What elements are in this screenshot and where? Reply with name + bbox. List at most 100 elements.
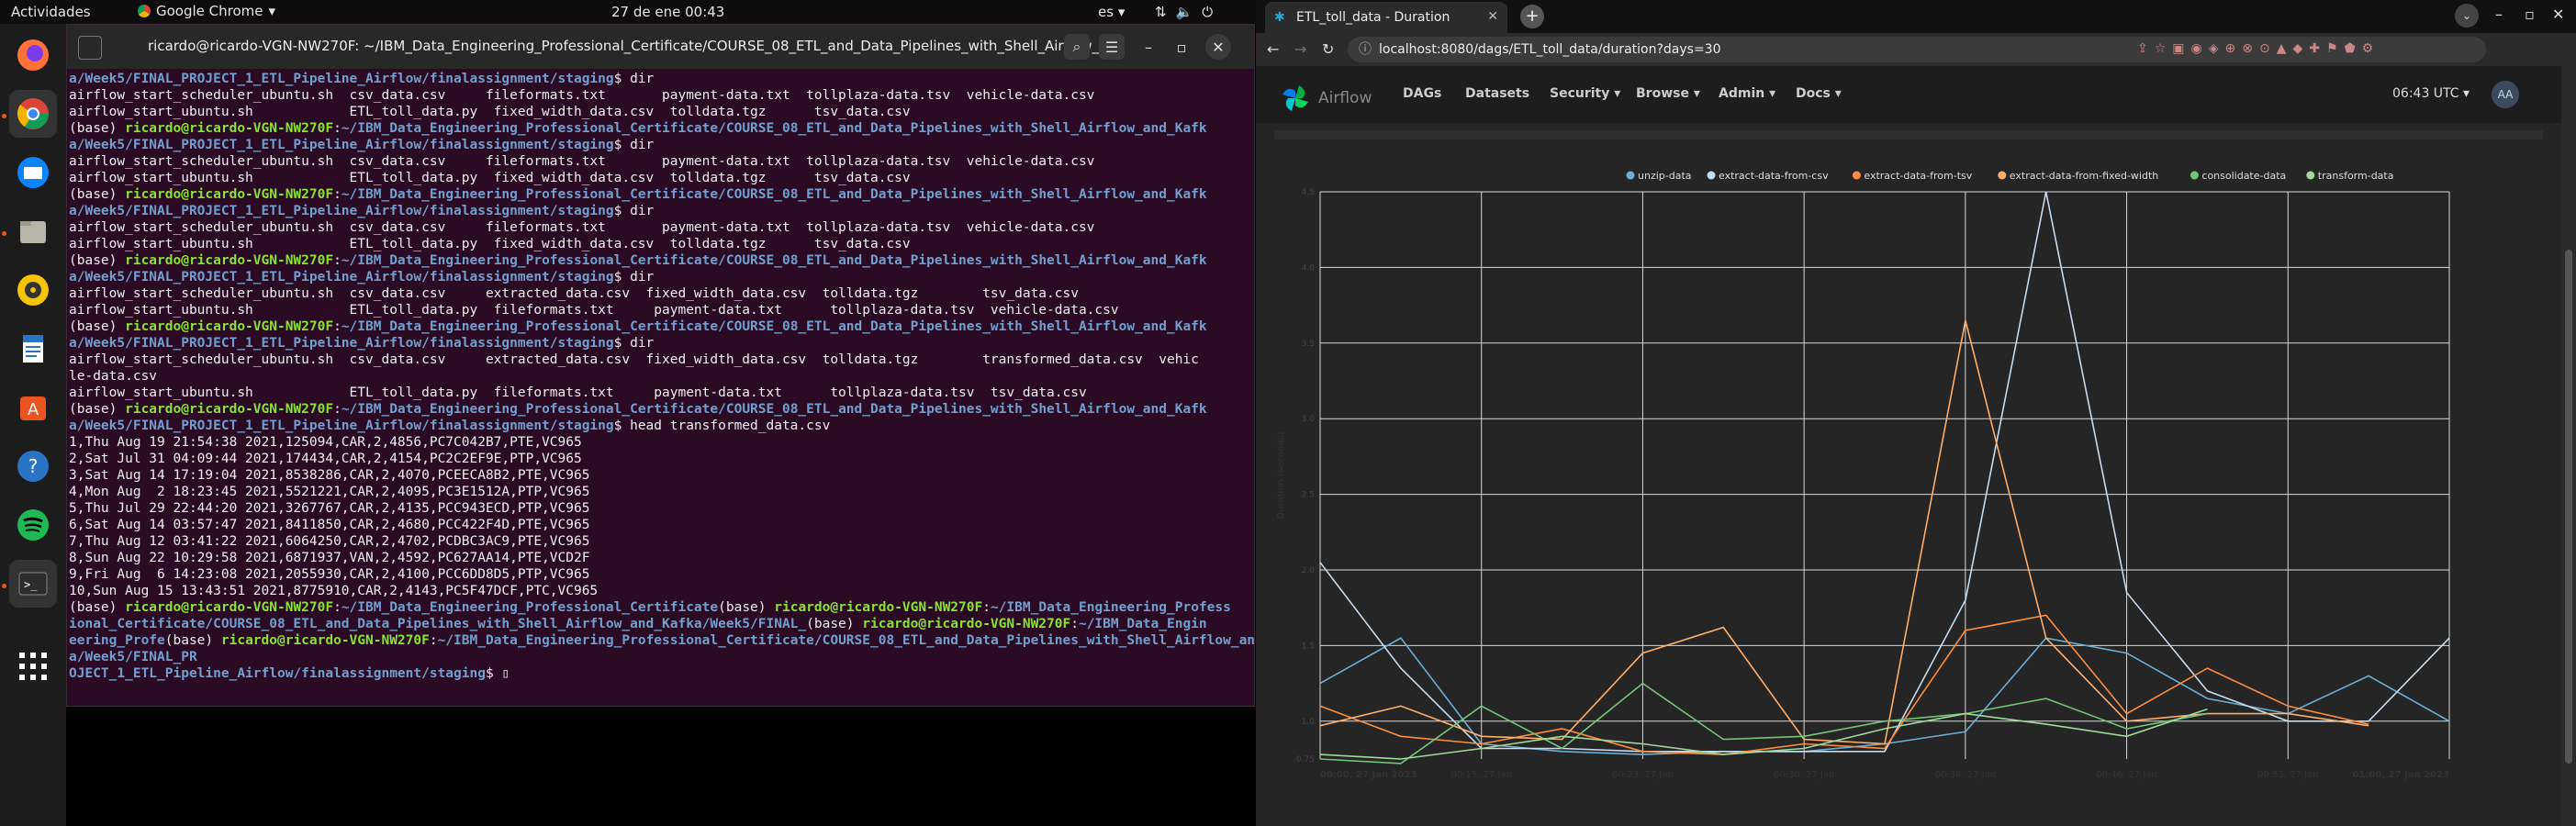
utc-clock[interactable]: 06:43 UTC ▾: [2392, 86, 2470, 101]
tab-etl-toll-data[interactable]: ✱ ETL_toll_data - Duration ✕: [1265, 2, 1507, 33]
y-tick-label: 1.5: [1302, 642, 1315, 651]
activities-button[interactable]: Actividades: [11, 4, 91, 20]
volume-icon: 🔈: [1175, 4, 1203, 20]
prompt-user: ricardo@ricardo-VGN-NW270F: [125, 402, 334, 417]
gnome-top-bar: Actividades Google Chrome ▾ 27 de ene 00…: [0, 0, 1256, 24]
reload-icon[interactable]: ↻: [1322, 40, 1334, 58]
new-tab-button[interactable]: +: [1520, 5, 1544, 28]
browser-toolbar: ← → ↻ ⓘ localhost:8080/dags/ETL_toll_dat…: [1256, 33, 2576, 66]
x-tick-label: 01:00, 27 Jan 2023: [2353, 770, 2449, 780]
terminal-line: a/Week5/FINAL_PROJECT_1_ETL_Pipeline_Air…: [69, 203, 1254, 219]
nav-admin[interactable]: Admin ▾: [1719, 86, 1775, 101]
terminal-text: le-data.csv: [69, 369, 158, 384]
terminal-text: (base): [69, 187, 126, 202]
terminal-line: airflow_start_ubuntu.sh ETL_toll_data.py…: [69, 236, 1254, 252]
prompt-path: ~/IBM_Data_Engineering_Professional_Cert…: [341, 600, 719, 615]
svg-text:?: ?: [28, 455, 39, 477]
libreoffice-writer-icon[interactable]: [9, 325, 57, 373]
clock[interactable]: 27 de ene 00:43: [611, 4, 724, 20]
close-icon[interactable]: ✕: [1205, 34, 1231, 60]
terminal-line: 5,Thu Jul 29 22:44:20 2021,3267767,CAR,2…: [69, 500, 1254, 517]
terminal-line: a/Week5/FINAL_PR: [69, 649, 1254, 665]
terminal-text: airflow_start_ubuntu.sh ETL_toll_data.py…: [69, 303, 1119, 318]
nav-dags[interactable]: DAGs: [1403, 86, 1441, 101]
nav-security[interactable]: Security ▾: [1550, 86, 1620, 101]
terminal-text: (base): [718, 600, 775, 615]
prompt-path: ~/IBM_Data_Engineering_Professional_Cert…: [341, 187, 1207, 202]
back-icon[interactable]: ←: [1267, 40, 1279, 58]
tab-title: ETL_toll_data - Duration: [1296, 10, 1450, 25]
input-language[interactable]: es ▾: [1098, 4, 1125, 20]
chrome-window: ✱ ETL_toll_data - Duration ✕ + ⌄ – ▫ ✕ ←…: [1256, 0, 2576, 826]
files-icon[interactable]: [9, 207, 57, 255]
terminal-text: 1,Thu Aug 19 21:54:38 2021,125094,CAR,2,…: [69, 435, 582, 450]
prompt-user: ricardo@ricardo-VGN-NW270F: [774, 600, 983, 615]
terminal-text: 6,Sat Aug 14 03:57:47 2021,8411850,CAR,2…: [69, 518, 590, 532]
tab-search-icon[interactable]: ⌄: [2455, 4, 2479, 28]
prompt-user: ricardo@ricardo-VGN-NW270F: [862, 617, 1071, 631]
terminal-line: airflow_start_ubuntu.sh ETL_toll_data.py…: [69, 385, 1254, 401]
terminal-line: airflow_start_scheduler_ubuntu.sh csv_da…: [69, 352, 1254, 368]
airflow-logo[interactable]: Airflow: [1280, 83, 1372, 114]
focused-app-menu[interactable]: Google Chrome ▾: [138, 3, 275, 19]
nav-docs[interactable]: Docs ▾: [1796, 86, 1842, 101]
scrollbar-thumb[interactable]: [2565, 250, 2572, 764]
app-center-icon[interactable]: A: [9, 384, 57, 431]
site-info-icon[interactable]: ⓘ: [1359, 37, 1372, 62]
prompt-user: ricardo@ricardo-VGN-NW270F: [125, 600, 334, 615]
terminal-window[interactable]: ricardo@ricardo-VGN-NW270F: ~/IBM_Data_E…: [66, 24, 1255, 707]
system-tray[interactable]: ⇅🔈⏻: [1155, 4, 1222, 20]
page-scrollbar[interactable]: [2561, 66, 2576, 826]
window-minimize-icon[interactable]: –: [2495, 6, 2503, 23]
minimize-icon[interactable]: –: [1136, 34, 1161, 60]
terminal-line: 7,Thu Aug 12 03:41:22 2021,6064250,CAR,2…: [69, 533, 1254, 550]
prompt-path: a/Week5/FINAL_PROJECT_1_ETL_Pipeline_Air…: [69, 336, 614, 351]
terminal-text: $ dir: [613, 204, 655, 218]
legend-swatch: [1707, 171, 1716, 180]
user-avatar[interactable]: AA: [2492, 81, 2519, 108]
power-icon: ⏻: [1202, 4, 1223, 20]
menu-icon[interactable]: ☰: [1099, 34, 1125, 60]
dock: A ? >_: [0, 24, 66, 826]
terminal-text: 5,Thu Jul 29 22:44:20 2021,3267767,CAR,2…: [69, 501, 590, 516]
terminal-text: :: [333, 121, 342, 136]
prompt-path: a/Week5/FINAL_PROJECT_1_ETL_Pipeline_Air…: [69, 204, 614, 218]
legend-label: transform-data: [2318, 170, 2394, 182]
spotify-icon[interactable]: [9, 501, 57, 549]
thunderbird-icon[interactable]: [9, 149, 57, 196]
forward-icon[interactable]: →: [1294, 40, 1306, 58]
duration-panel: 1.0 1.5 2.0 2.5 3.0 3.5 4.0 4.5 0.75 00:00, 27 Ja…: [1256, 123, 2561, 826]
terminal-icon[interactable]: >_: [9, 560, 57, 608]
terminal-text: airflow_start_scheduler_ubuntu.sh csv_da…: [69, 220, 1095, 235]
terminal-line: eering_Profe(base) ricardo@ricardo-VGN-N…: [69, 632, 1254, 649]
svg-text:A: A: [28, 400, 39, 419]
window-maximize-icon[interactable]: ▫: [2525, 6, 2535, 23]
terminal-output[interactable]: a/Week5/FINAL_PR OJECT_1_ETL_Pipeline_Air…: [67, 69, 1254, 704]
terminal-title: ricardo@ricardo-VGN-NW270F: ~/IBM_Data_E…: [148, 38, 1113, 54]
nav-datasets[interactable]: Datasets: [1465, 86, 1529, 101]
prompt-user: ricardo@ricardo-VGN-NW270F: [220, 633, 430, 648]
extension-icons[interactable]: ⇪☆▣◉◈⊕⊗⊙▲◆✚⚑⬟⚙: [2137, 41, 2380, 56]
chrome-dock-icon[interactable]: [9, 90, 57, 138]
y-tick-label: 3.0: [1302, 415, 1316, 424]
firefox-icon[interactable]: [9, 31, 57, 79]
terminal-text: (base): [69, 402, 126, 417]
close-tab-icon[interactable]: ✕: [1487, 9, 1498, 24]
nav-browse[interactable]: Browse ▾: [1636, 86, 1700, 101]
terminal-line: 3,Sat Aug 14 17:19:04 2021,8538286,CAR,2…: [69, 467, 1254, 484]
rhythmbox-icon[interactable]: [9, 266, 57, 314]
terminal-text: :: [333, 402, 342, 417]
y-tick-label: 4.5: [1302, 188, 1315, 197]
help-icon[interactable]: ?: [9, 442, 57, 490]
airflow-favicon: ✱: [1274, 10, 1285, 25]
show-apps-icon[interactable]: [9, 642, 57, 690]
new-tab-icon[interactable]: [78, 36, 102, 60]
search-icon[interactable]: ⌕: [1064, 34, 1090, 60]
window-close-icon[interactable]: ✕: [2552, 6, 2564, 23]
maximize-icon[interactable]: ▫: [1169, 34, 1194, 60]
y-tick-label: 2.5: [1302, 491, 1315, 500]
url-text: localhost:8080/dags/ETL_toll_data/durati…: [1379, 42, 1721, 57]
prompt-path: ~/IBM_Data_Engineering_Profess: [990, 600, 1231, 615]
legend-swatch: [1626, 171, 1635, 180]
terminal-text: (base): [69, 319, 126, 334]
